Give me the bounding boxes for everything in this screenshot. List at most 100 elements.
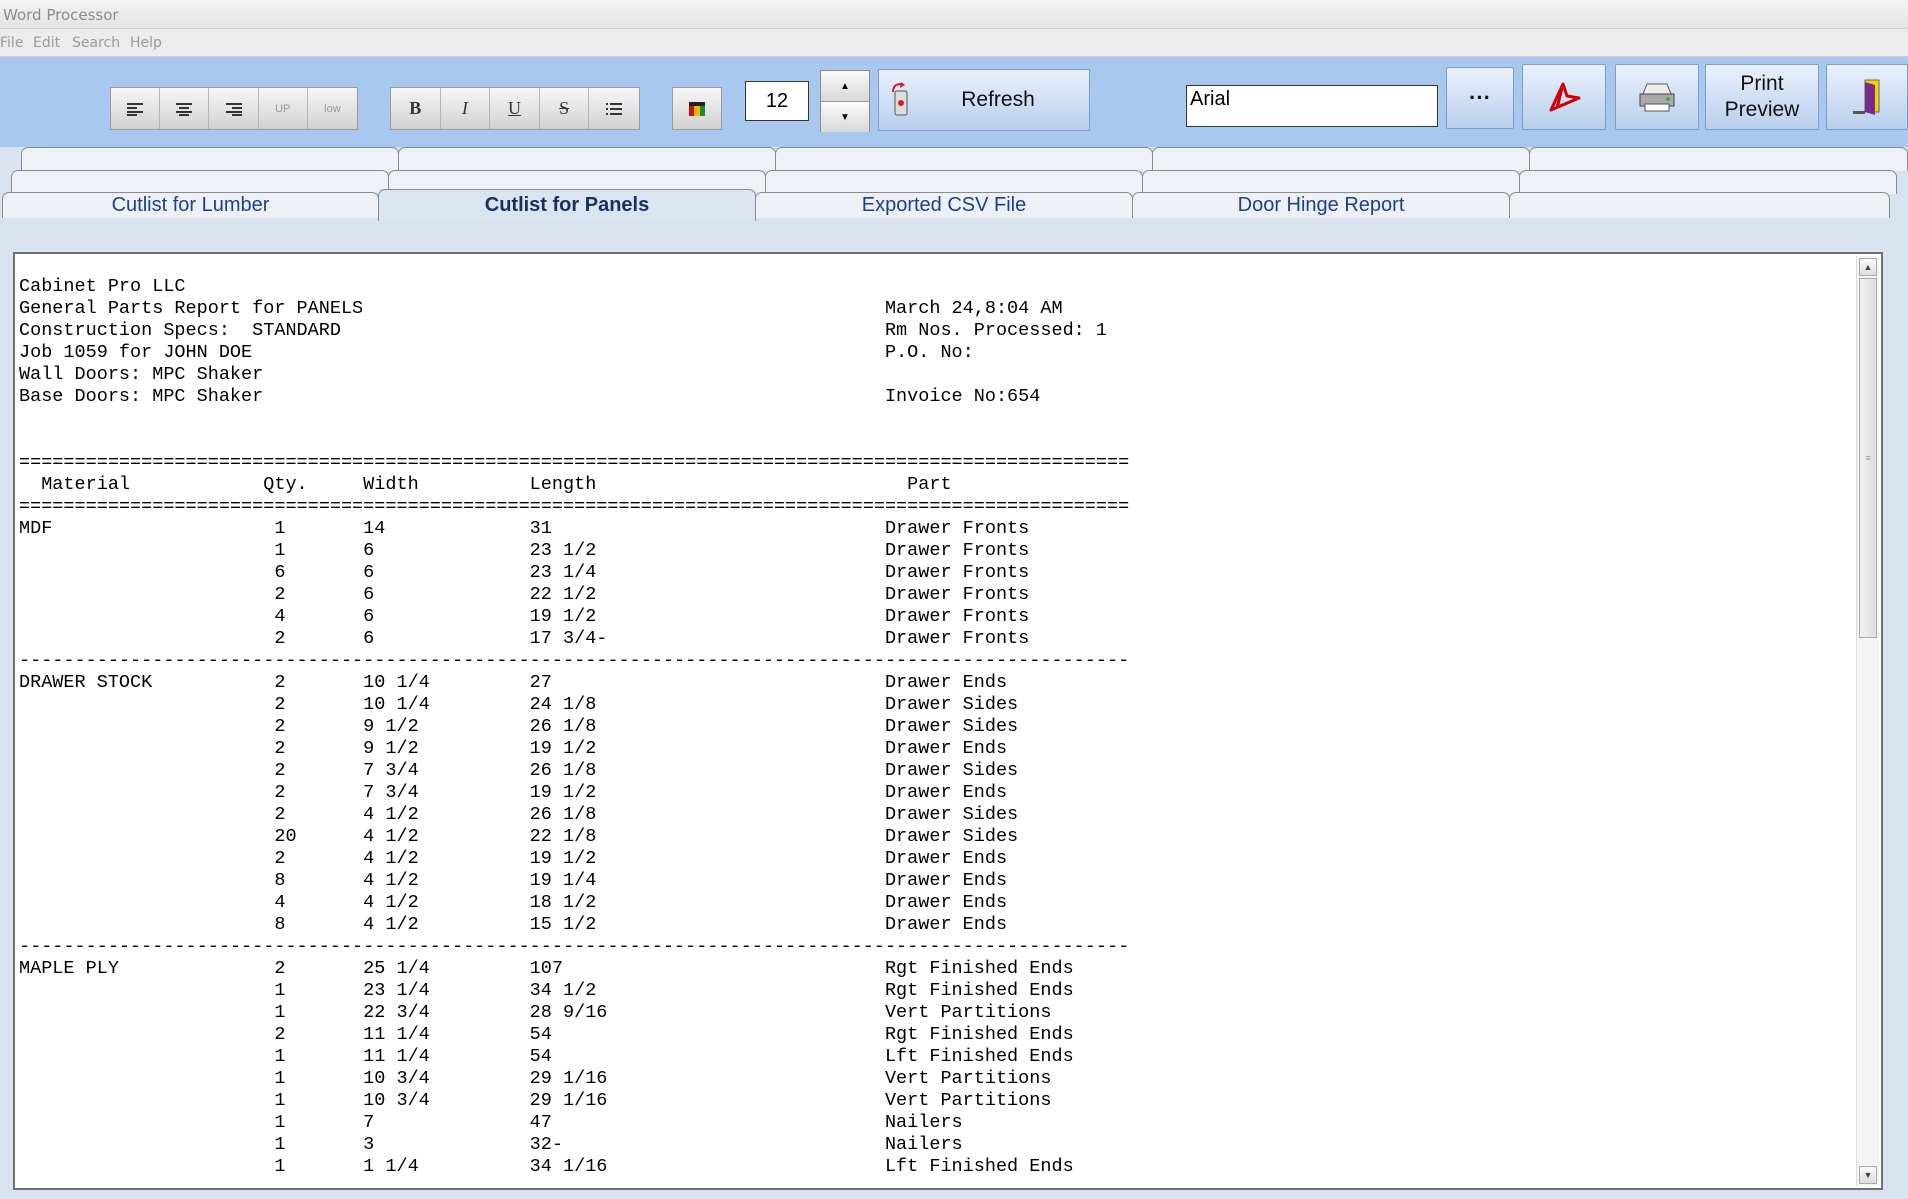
menu-file[interactable]: File [0, 35, 23, 51]
report-header-line: Base Doors: MPC Shaker Invoice No:654 [19, 386, 1041, 407]
tab-exported-csv[interactable]: Exported CSV File [755, 192, 1133, 218]
report-row: 1 11 1/4 54 Lft Finished Ends [19, 1046, 1074, 1067]
blank-tab[interactable] [21, 147, 399, 171]
title-bar: Word Processor [0, 0, 1908, 29]
export-pdf-button[interactable] [1522, 64, 1606, 130]
scroll-thumb[interactable]: ≡ [1859, 278, 1877, 638]
report-row: 8 4 1/2 15 1/2 Drawer Ends [19, 914, 1008, 935]
blank-tab[interactable] [765, 170, 1143, 194]
report-row: 2 6 17 3/4- Drawer Fronts [19, 628, 1030, 649]
report-row: 4 4 1/2 18 1/2 Drawer Ends [19, 892, 1008, 913]
report-row: 8 4 1/2 19 1/4 Drawer Ends [19, 870, 1008, 891]
report-row: 1 10 3/4 29 1/16 Vert Partitions [19, 1068, 1052, 1089]
underline-button[interactable]: U [490, 88, 540, 129]
list-icon [606, 102, 623, 115]
align-right-button[interactable] [209, 88, 259, 129]
report-row: 20 4 1/2 22 1/8 Drawer Sides [19, 826, 1019, 847]
align-right-icon [225, 102, 242, 116]
separator-line: ----------------------------------------… [19, 650, 1130, 671]
report-row: 2 7 3/4 19 1/2 Drawer Ends [19, 782, 1008, 803]
report-header-line: Cabinet Pro LLC [19, 276, 885, 297]
menu-edit[interactable]: Edit [33, 35, 60, 51]
blank-tab[interactable] [11, 170, 389, 194]
report-header-line: Wall Doors: MPC Shaker [19, 364, 885, 385]
align-left-button[interactable] [111, 88, 161, 129]
report-row: MAPLE PLY 2 25 1/4 107 Rgt Finished Ends [19, 958, 1074, 979]
separator-line: ----------------------------------------… [19, 936, 1130, 957]
refresh-button[interactable]: Refresh [878, 69, 1090, 131]
color-group [672, 87, 722, 130]
tab-cutlist-panels[interactable]: Cutlist for Panels [378, 189, 756, 221]
menu-bar: File Edit Search Help [0, 29, 1908, 57]
report-row: 2 4 1/2 19 1/2 Drawer Ends [19, 848, 1008, 869]
separator-line: ========================================… [19, 496, 1130, 517]
blank-tab[interactable] [1529, 147, 1908, 171]
spin-up-icon[interactable]: ▲ [821, 71, 869, 102]
report-row: 2 4 1/2 26 1/8 Drawer Sides [19, 804, 1019, 825]
bullet-list-button[interactable] [589, 88, 640, 129]
blank-tab[interactable] [398, 147, 776, 171]
font-size-input[interactable]: 12 [745, 81, 809, 121]
window-title: Word Processor [3, 6, 119, 24]
separator-line: ========================================… [19, 452, 1130, 473]
scroll-down-icon[interactable]: ▼ [1859, 1166, 1877, 1184]
report-row: 1 7 47 Nailers [19, 1112, 963, 1133]
report-header-line: Construction Specs: STANDARD Rm Nos. Pro… [19, 320, 1107, 341]
report-row: 1 10 3/4 29 1/16 Vert Partitions [19, 1090, 1052, 1111]
align-left-icon [127, 102, 144, 116]
report-row: 4 6 19 1/2 Drawer Fronts [19, 606, 1030, 627]
scroll-up-icon[interactable]: ▲ [1859, 258, 1877, 276]
report-row: 1 1 1/4 34 1/16 Lft Finished Ends [19, 1156, 1074, 1177]
report-text: Cabinet Pro LLC General Parts Report for… [19, 276, 1851, 1188]
report-row: 1 6 23 1/2 Drawer Fronts [19, 540, 1030, 561]
blank-tab[interactable] [1509, 192, 1890, 218]
spin-down-icon[interactable]: ▼ [821, 102, 869, 132]
report-row: 2 11 1/4 54 Rgt Finished Ends [19, 1024, 1074, 1045]
print-preview-button[interactable]: Print Preview [1705, 64, 1819, 130]
report-header-line: Job 1059 for JOHN DOE P.O. No: [19, 342, 974, 363]
report-document[interactable]: Cabinet Pro LLC General Parts Report for… [13, 252, 1883, 1190]
align-center-icon [176, 102, 193, 116]
pdf-icon [1549, 82, 1581, 112]
italic-button[interactable]: I [440, 88, 491, 129]
column-header-row: Material Qty. Width Length Part [19, 474, 952, 495]
font-name-input[interactable]: Arial [1186, 85, 1438, 127]
superscript-button[interactable]: UP [258, 88, 308, 129]
report-row: 1 3 32- Nailers [19, 1134, 963, 1155]
blank-tab[interactable] [1142, 170, 1520, 194]
report-row: 2 7 3/4 26 1/8 Drawer Sides [19, 760, 1019, 781]
subscript-button[interactable]: low [307, 88, 357, 129]
menu-search[interactable]: Search [72, 35, 120, 51]
tab-cutlist-lumber[interactable]: Cutlist for Lumber [2, 192, 379, 218]
report-row: 6 6 23 1/4 Drawer Fronts [19, 562, 1030, 583]
align-center-button[interactable] [160, 88, 210, 129]
bold-button[interactable]: B [391, 88, 441, 129]
blank-tab[interactable] [1152, 147, 1530, 171]
refresh-icon [892, 82, 908, 116]
blank-tab[interactable] [775, 147, 1153, 171]
blank-tab[interactable] [1519, 170, 1897, 194]
report-row: 2 6 22 1/2 Drawer Fronts [19, 584, 1030, 605]
tab-door-hinge-report[interactable]: Door Hinge Report [1132, 192, 1510, 218]
report-row: 1 22 3/4 28 9/16 Vert Partitions [19, 1002, 1052, 1023]
report-row: 2 10 1/4 24 1/8 Drawer Sides [19, 694, 1019, 715]
text-color-button[interactable] [673, 88, 721, 129]
alignment-group: UP low [110, 87, 358, 130]
print-button[interactable] [1615, 64, 1699, 130]
color-palette-icon [689, 101, 705, 116]
menu-help[interactable]: Help [130, 35, 162, 51]
report-header-line: General Parts Report for PANELS March 24… [19, 298, 1063, 319]
report-row: DRAWER STOCK 2 10 1/4 27 Drawer Ends [19, 672, 1008, 693]
exit-button[interactable] [1826, 64, 1908, 130]
exit-door-icon [1853, 79, 1880, 115]
vertical-scrollbar[interactable]: ▲ ≡ ▼ [1856, 256, 1879, 1186]
strikethrough-button[interactable]: S [539, 88, 590, 129]
report-row: 2 9 1/2 19 1/2 Drawer Ends [19, 738, 1008, 759]
printer-icon [1639, 83, 1675, 112]
font-size-spinner[interactable]: ▲ ▼ [820, 70, 870, 132]
report-row: MDF 1 14 31 Drawer Fronts [19, 518, 1030, 539]
font-browse-button[interactable]: ··· [1446, 67, 1514, 129]
refresh-label: Refresh [961, 88, 1035, 111]
